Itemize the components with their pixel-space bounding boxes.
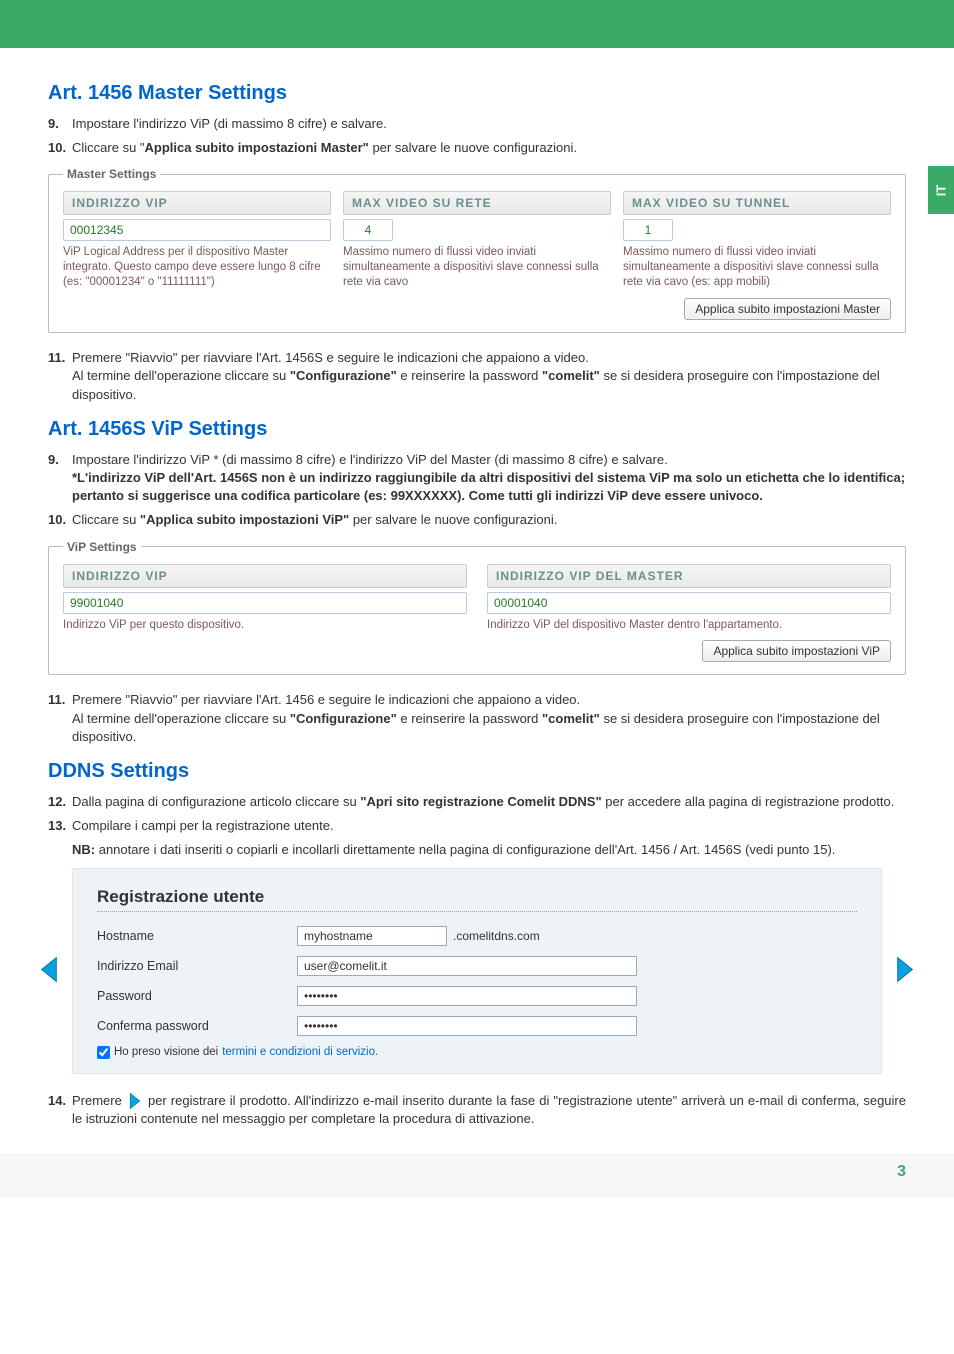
panel-legend: ViP Settings <box>63 540 141 554</box>
terms-link[interactable]: termini e condizioni di servizio. <box>222 1046 378 1058</box>
step-text: Premere per registrare il prodotto. All'… <box>72 1092 906 1129</box>
step-number: 9. <box>48 451 72 506</box>
section-title-ddns: DDNS Settings <box>48 760 906 783</box>
vip-settings-panel: ViP Settings INDIRIZZO VIP Indirizzo ViP… <box>48 540 906 676</box>
step-number: 9. <box>48 115 72 133</box>
field-help: Indirizzo ViP per questo dispositivo. <box>63 618 467 633</box>
step-number: 14. <box>48 1092 72 1129</box>
step-text: Compilare i campi per la registrazione u… <box>72 817 906 835</box>
step-number: 10. <box>48 511 72 529</box>
field-help: Massimo numero di flussi video inviati s… <box>623 245 891 290</box>
next-arrow-icon[interactable] <box>894 955 916 986</box>
step-number: 11. <box>48 691 72 746</box>
section-title-vip: Art. 1456S ViP Settings <box>48 418 906 441</box>
step-note: NB: annotare i dati inseriti o copiarli … <box>72 841 906 859</box>
vip-address-input[interactable] <box>63 592 467 614</box>
hostname-suffix: .comelitdns.com <box>453 929 540 943</box>
section-title-master: Art. 1456 Master Settings <box>48 82 906 105</box>
hostname-label: Hostname <box>97 929 297 943</box>
hostname-input[interactable] <box>297 926 447 946</box>
terms-text: Ho preso visione dei <box>114 1046 218 1058</box>
field-header-vip-master-address: INDIRIZZO VIP DEL MASTER <box>487 564 891 588</box>
password-input[interactable] <box>297 986 637 1006</box>
field-help: Indirizzo ViP del dispositivo Master den… <box>487 618 891 633</box>
step-text: Dalla pagina di configurazione articolo … <box>72 793 906 811</box>
confirm-password-input[interactable] <box>297 1016 637 1036</box>
max-video-tunnel-input[interactable] <box>623 219 673 241</box>
step-text: Impostare l'indirizzo ViP (di massimo 8 … <box>72 115 906 133</box>
step-text: Impostare l'indirizzo ViP * (di massimo … <box>72 451 906 506</box>
max-video-net-input[interactable] <box>343 219 393 241</box>
email-label: Indirizzo Email <box>97 959 297 973</box>
apply-master-button[interactable]: Applica subito impostazioni Master <box>684 298 891 320</box>
field-header-max-video-tunnel: MAX VIDEO SU TUNNEL <box>623 191 891 215</box>
password-label: Password <box>97 989 297 1003</box>
step-number: 12. <box>48 793 72 811</box>
step-number: 10. <box>48 139 72 157</box>
apply-vip-button[interactable]: Applica subito impostazioni ViP <box>702 640 891 662</box>
step-text: Cliccare su "Applica subito impostazioni… <box>72 511 906 529</box>
user-registration-form: Registrazione utente Hostname .comelitdn… <box>72 868 882 1074</box>
prev-arrow-icon[interactable] <box>38 955 60 986</box>
language-tab: IT <box>928 166 954 214</box>
step-text: Premere "Riavvio" per riavviare l'Art. 1… <box>72 691 906 746</box>
step-text: Premere "Riavvio" per riavviare l'Art. 1… <box>72 349 906 404</box>
email-input[interactable] <box>297 956 637 976</box>
field-help: ViP Logical Address per il dispositivo M… <box>63 245 331 290</box>
page-number: 3 <box>0 1154 954 1197</box>
step-text: Cliccare su "Applica subito impostazioni… <box>72 139 906 157</box>
top-bar <box>0 0 954 48</box>
step-number: 11. <box>48 349 72 404</box>
next-arrow-icon <box>126 1092 144 1110</box>
step-number: 13. <box>48 817 72 835</box>
panel-legend: Master Settings <box>63 167 160 181</box>
field-header-max-video-net: MAX VIDEO SU RETE <box>343 191 611 215</box>
field-help: Massimo numero di flussi video inviati s… <box>343 245 611 290</box>
terms-checkbox[interactable] <box>97 1046 110 1059</box>
field-header-vip-address: INDIRIZZO VIP <box>63 191 331 215</box>
field-header-vip-address: INDIRIZZO VIP <box>63 564 467 588</box>
vip-master-address-input[interactable] <box>487 592 891 614</box>
registration-title: Registrazione utente <box>97 887 857 912</box>
confirm-password-label: Conferma password <box>97 1019 297 1033</box>
vip-address-input[interactable] <box>63 219 331 241</box>
master-settings-panel: Master Settings INDIRIZZO VIP ViP Logica… <box>48 167 906 333</box>
